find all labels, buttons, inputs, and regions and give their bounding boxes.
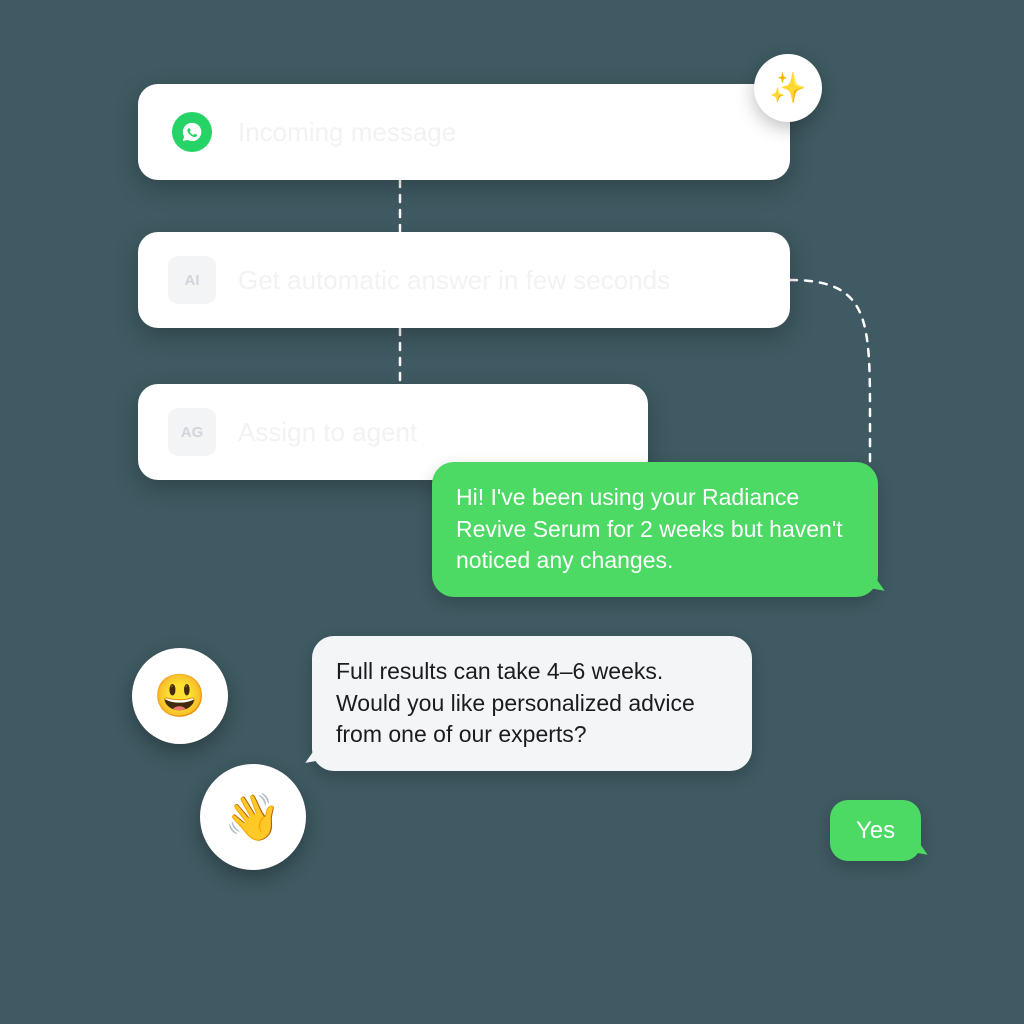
sparkle-icon: ✨ [754,54,822,122]
smile-icon: 😃 [132,648,228,744]
agent-icon: AG [166,406,218,458]
wave-icon: 👋 [200,764,306,870]
flow-card-label: Incoming message [238,117,456,148]
flow-card-incoming-message[interactable]: Incoming message [138,84,790,180]
ai-icon: AI [166,254,218,306]
chat-agent-message: Full results can take 4–6 weeks. Would y… [312,636,752,771]
flow-card-auto-answer[interactable]: AI Get automatic answer in few seconds [138,232,790,328]
chat-user-reply-yes: Yes [830,800,921,861]
flow-card-label: Get automatic answer in few seconds [238,265,670,296]
whatsapp-icon [166,106,218,158]
chat-user-message: Hi! I've been using your Radiance Revive… [432,462,878,597]
flow-card-label: Assign to agent [238,417,417,448]
